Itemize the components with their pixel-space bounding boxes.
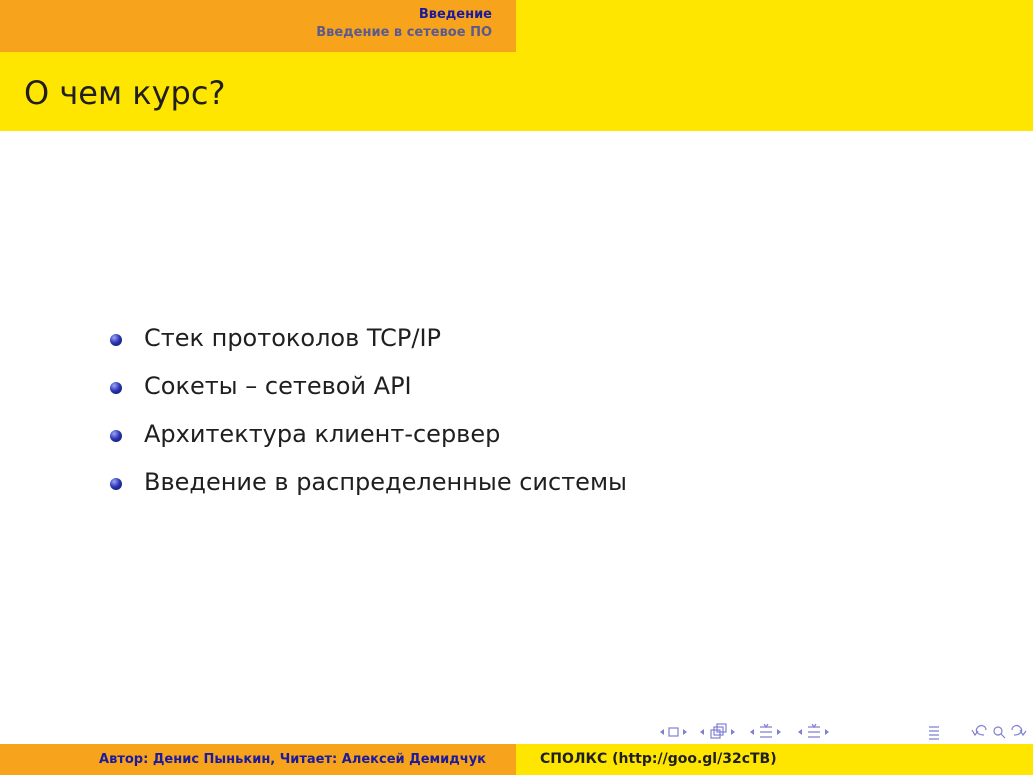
- bullet-text: Сокеты – сетевой API: [144, 372, 412, 400]
- section-next-icon[interactable]: [777, 729, 781, 735]
- footer-author-area: Автор: Денис Пынькин, Читает: Алексей Де…: [0, 744, 516, 775]
- navigation-bar: [660, 721, 1030, 743]
- frame-icon[interactable]: [668, 727, 679, 737]
- section-title[interactable]: Введение: [419, 7, 492, 22]
- bullet-item: Стек протоколов TCP/IP: [110, 314, 627, 362]
- bullet-sphere-icon: [110, 382, 122, 394]
- section-prev-icon[interactable]: [750, 729, 754, 735]
- document-prev-icon[interactable]: [798, 729, 802, 735]
- forward-icon[interactable]: [1011, 724, 1027, 737]
- align-icon[interactable]: [929, 726, 939, 740]
- back-icon[interactable]: [971, 724, 987, 737]
- document-next-icon[interactable]: [825, 729, 829, 735]
- footer-course: СПОЛКС (http://goo.gl/32cTB): [540, 751, 777, 767]
- bullet-text: Введение в распределенные системы: [144, 468, 627, 496]
- bullet-sphere-icon: [110, 334, 122, 346]
- frame-next-icon[interactable]: [683, 729, 687, 735]
- bullet-text: Архитектура клиент-сервер: [144, 420, 501, 448]
- bullet-sphere-icon: [110, 430, 122, 442]
- subsection-icon[interactable]: [710, 723, 727, 739]
- frame-title: О чем курс?: [24, 74, 226, 112]
- subsection-next-icon[interactable]: [731, 729, 735, 735]
- subsection-title[interactable]: Введение в сетевое ПО: [316, 25, 492, 40]
- bullet-list: Стек протоколов TCP/IP Сокеты – сетевой …: [110, 314, 627, 506]
- section-icon[interactable]: [760, 723, 772, 738]
- footer-course-area: СПОЛКС (http://goo.gl/32cTB): [516, 744, 1033, 775]
- header-right-area: [516, 0, 1033, 52]
- bullet-item: Введение в распределенные системы: [110, 458, 627, 506]
- search-icon[interactable]: [993, 726, 1006, 739]
- bullet-item: Архитектура клиент-сервер: [110, 410, 627, 458]
- subsection-prev-icon[interactable]: [700, 729, 704, 735]
- frame-prev-icon[interactable]: [660, 729, 664, 735]
- header-section-area: Введение Введение в сетевое ПО: [0, 0, 516, 52]
- footer-author: Автор: Денис Пынькин, Читает: Алексей Де…: [99, 752, 486, 767]
- bullet-text: Стек протоколов TCP/IP: [144, 324, 441, 352]
- document-icon[interactable]: [808, 723, 820, 738]
- bullet-item: Сокеты – сетевой API: [110, 362, 627, 410]
- frame-title-bar: О чем курс?: [0, 52, 1033, 131]
- bullet-sphere-icon: [110, 478, 122, 490]
